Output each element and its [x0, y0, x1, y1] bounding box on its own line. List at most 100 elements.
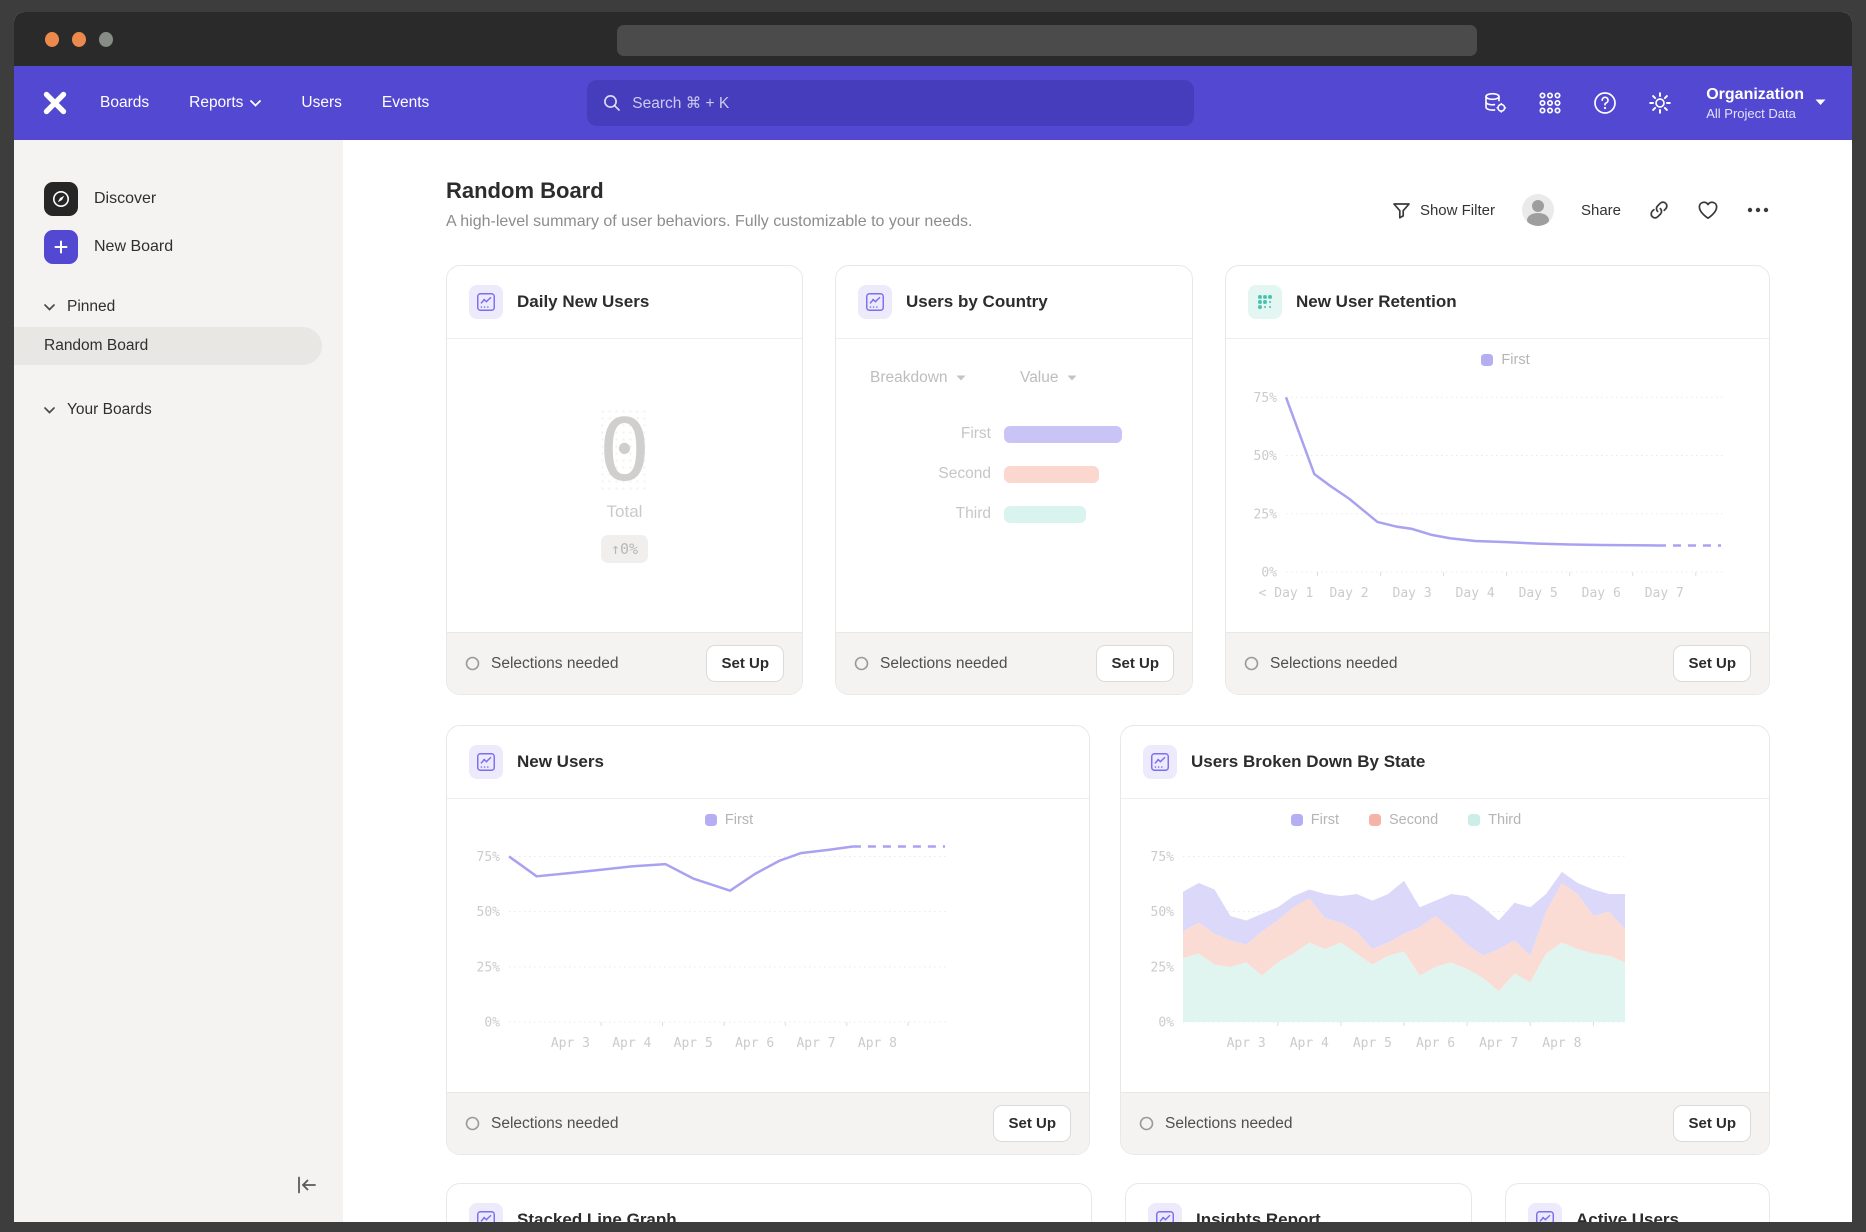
show-filter-button[interactable]: Show Filter	[1392, 201, 1495, 220]
avatar[interactable]	[1522, 194, 1554, 226]
search-icon	[603, 94, 621, 112]
sidebar-item-new-board[interactable]: New Board	[14, 230, 343, 264]
collapse-sidebar-button[interactable]	[295, 1175, 319, 1200]
status-text: Selections needed	[880, 655, 1008, 673]
svg-text:Apr 3: Apr 3	[551, 1036, 590, 1051]
row-label: First	[836, 425, 991, 443]
card-users-by-state[interactable]: Users Broken Down By State FirstSecondTh…	[1120, 725, 1770, 1155]
card-stacked-line-graph[interactable]: Stacked Line Graph	[446, 1183, 1092, 1222]
card-header: New Users	[447, 726, 1089, 799]
minimize-window-button[interactable]	[72, 32, 86, 47]
zoom-window-button[interactable]	[99, 32, 113, 47]
svg-text:0%: 0%	[1261, 566, 1277, 581]
card-header: Daily New Users	[447, 266, 802, 339]
svg-text:Apr 6: Apr 6	[735, 1036, 774, 1051]
card-active-users[interactable]: Active Users	[1505, 1183, 1770, 1222]
setup-button[interactable]: Set Up	[1096, 645, 1174, 682]
page-subtitle: A high-level summary of user behaviors. …	[446, 213, 972, 231]
data-management-icon[interactable]	[1482, 90, 1508, 116]
section-label: Pinned	[67, 298, 115, 316]
card-footer: Selections needed Set Up	[836, 632, 1192, 694]
search-input[interactable]: Search ⌘ + K	[587, 80, 1194, 126]
nav-menu: Boards Reports Users Events	[100, 94, 429, 112]
breakdown-row: Second	[836, 454, 1192, 494]
setup-button[interactable]: Set Up	[993, 1105, 1071, 1142]
legend-item: Third	[1468, 812, 1521, 828]
logo-x-icon	[42, 91, 68, 115]
svg-text:25%: 25%	[1254, 507, 1278, 522]
legend-item: Second	[1369, 812, 1438, 828]
chevron-down-icon	[250, 100, 261, 107]
more-options-button[interactable]	[1746, 206, 1770, 214]
svg-text:Apr 4: Apr 4	[612, 1036, 651, 1051]
breakdown-rows: First Second Third	[836, 414, 1192, 534]
settings-gear-icon[interactable]	[1647, 90, 1673, 116]
metric-label: Total	[607, 502, 643, 522]
column-label: Value	[1020, 369, 1059, 387]
value-column[interactable]: Value	[1020, 369, 1077, 387]
svg-text:50%: 50%	[477, 905, 501, 920]
board-item-label: Random Board	[44, 337, 148, 355]
breakdown-column[interactable]: Breakdown	[870, 369, 1020, 387]
card-header: Active Users	[1506, 1184, 1769, 1222]
value-bar	[1004, 466, 1099, 483]
chart-legend: First Second Third	[1183, 807, 1629, 833]
help-icon[interactable]	[1592, 90, 1618, 116]
sidebar-item-random-board[interactable]: Random Board	[14, 327, 322, 365]
setup-button[interactable]: Set Up	[706, 645, 784, 682]
card-footer: Selections needed Set Up	[447, 1092, 1089, 1154]
row-label: Third	[836, 505, 991, 523]
share-button[interactable]: Share	[1581, 202, 1621, 219]
address-bar[interactable]	[617, 25, 1477, 56]
breakdown-row: Third	[836, 494, 1192, 534]
card-new-user-retention[interactable]: New User Retention First75%50%25%0%< Day…	[1225, 265, 1770, 695]
metric-big-value: 0	[599, 408, 651, 494]
card-body: First75%50%25%0%< Day 1Day 2Day 3Day 4Da…	[1226, 339, 1769, 632]
svg-text:50%: 50%	[1254, 449, 1278, 464]
card-new-users[interactable]: New Users First75%50%25%0%Apr 3Apr 4Apr …	[446, 725, 1090, 1155]
nav-item-reports[interactable]: Reports	[189, 94, 261, 112]
svg-text:Day 4: Day 4	[1456, 586, 1495, 601]
sidebar-item-label: New Board	[94, 238, 173, 256]
nav-label: Events	[382, 94, 429, 112]
sidebar-item-discover[interactable]: Discover	[14, 182, 343, 216]
nav-item-users[interactable]: Users	[301, 94, 341, 112]
svg-text:Apr 4: Apr 4	[1290, 1036, 1329, 1051]
svg-text:25%: 25%	[477, 960, 501, 975]
page-title: Random Board	[446, 178, 972, 204]
top-navbar: Boards Reports Users Events Search ⌘ + K	[14, 66, 1852, 140]
retention-grid-icon	[1248, 285, 1282, 319]
insights-chart-icon	[1148, 1203, 1182, 1222]
titlebar	[14, 12, 1852, 66]
card-insights-report[interactable]: Insights Report	[1125, 1183, 1472, 1222]
setup-button[interactable]: Set Up	[1673, 1105, 1751, 1142]
legend-item: First	[1481, 352, 1529, 368]
card-users-by-country[interactable]: Users by Country Breakdown Value	[835, 265, 1193, 695]
favorite-button[interactable]	[1697, 200, 1719, 220]
nav-item-events[interactable]: Events	[382, 94, 429, 112]
svg-text:Apr 5: Apr 5	[1353, 1036, 1392, 1051]
svg-text:Apr 5: Apr 5	[674, 1036, 713, 1051]
card-title: Daily New Users	[517, 292, 649, 312]
status-circle-icon	[465, 1116, 480, 1131]
section-label: Your Boards	[67, 401, 152, 419]
svg-text:50%: 50%	[1151, 905, 1175, 920]
close-window-button[interactable]	[45, 32, 59, 47]
status-circle-icon	[1244, 656, 1259, 671]
nav-item-boards[interactable]: Boards	[100, 94, 149, 112]
sidebar-section-pinned[interactable]: Pinned	[14, 298, 343, 316]
copy-link-button[interactable]	[1648, 199, 1670, 221]
card-daily-new-users[interactable]: Daily New Users 0 Total ↑0% Selections n…	[446, 265, 803, 695]
setup-button[interactable]: Set Up	[1673, 645, 1751, 682]
legend-item: First	[1291, 812, 1339, 828]
card-body: 0 Total ↑0%	[447, 339, 802, 632]
apps-grid-icon[interactable]	[1537, 90, 1563, 116]
mixpanel-logo[interactable]	[40, 89, 70, 117]
card-grid: Daily New Users 0 Total ↑0% Selections n…	[446, 265, 1770, 1222]
sidebar-item-label: Discover	[94, 190, 156, 208]
search-placeholder: Search ⌘ + K	[632, 94, 729, 113]
sidebar: Discover New Board Pinned Random Board Y…	[14, 140, 343, 1222]
row-label: Second	[836, 465, 991, 483]
sidebar-section-your-boards[interactable]: Your Boards	[14, 401, 343, 419]
org-project-switcher[interactable]: Organization All Project Data	[1706, 85, 1826, 121]
